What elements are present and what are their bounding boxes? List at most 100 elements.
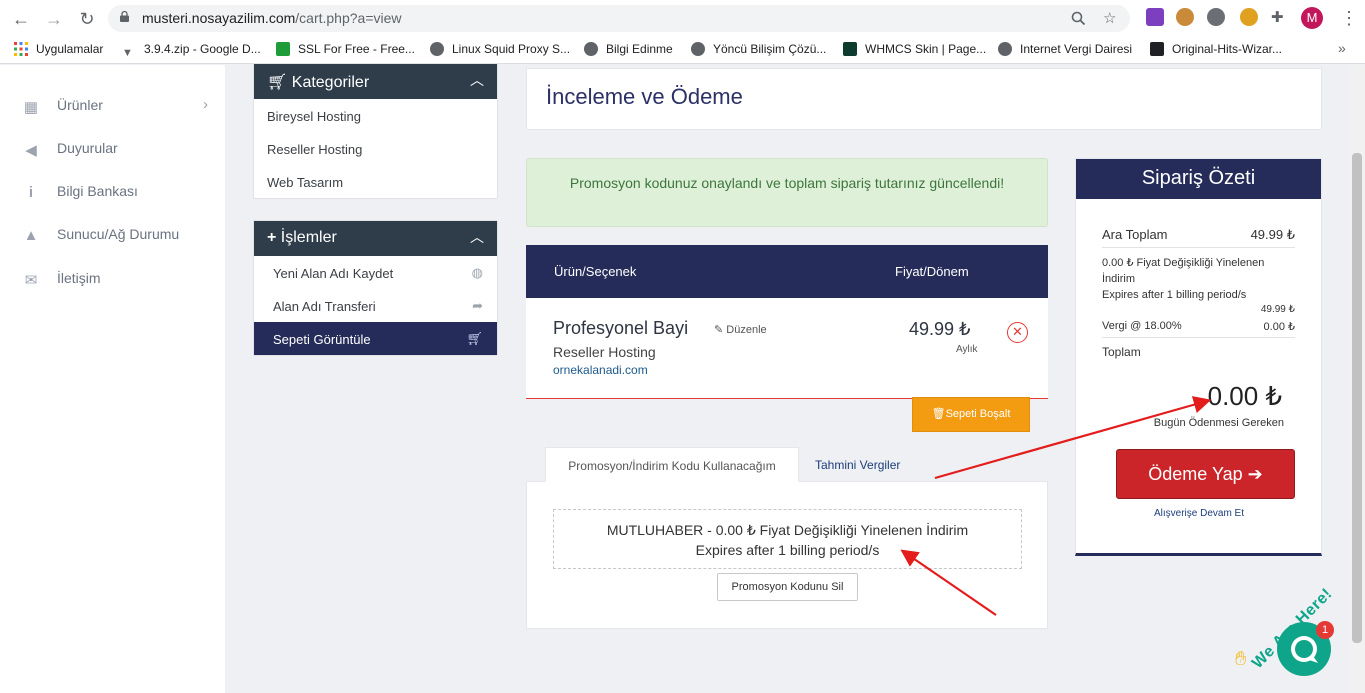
url-path: /cart.php?a=view: [295, 10, 402, 26]
bookmark-ssl[interactable]: SSL For Free - Free...: [276, 42, 415, 56]
actions-panel-header[interactable]: + İşlemler ︿: [254, 221, 497, 256]
page-title: İnceleme ve Ödeme: [546, 84, 743, 109]
edit-product-link[interactable]: ✎ Düzenle: [714, 323, 767, 336]
category-link-web-tasarim[interactable]: Web Tasarım: [254, 165, 497, 198]
checkout-button[interactable]: Ödeme Yap ➔: [1116, 449, 1295, 499]
bookmark-squid[interactable]: Linux Squid Proxy S...: [430, 42, 570, 56]
categories-panel: 🛒︎ Kategoriler ︿ Bireysel Hosting Resell…: [253, 63, 498, 199]
product-group: Reseller Hosting: [553, 344, 656, 360]
sidebar-item-contact[interactable]: ✉ İletişim: [22, 268, 212, 290]
bookmark-original[interactable]: Original-Hits-Wizar...: [1150, 42, 1282, 56]
bookmark-vergi[interactable]: Internet Vergi Dairesi: [998, 42, 1132, 56]
url-text: musteri.nosayazilim.com/cart.php?a=view: [142, 10, 402, 26]
chevron-right-icon: ›: [203, 96, 208, 113]
puzzle-icon[interactable]: ✚: [1271, 8, 1289, 26]
category-label: Bireysel Hosting: [267, 109, 361, 124]
action-link-transfer-domain[interactable]: Alan Adı Transferi ➦: [254, 289, 497, 322]
globe-icon: [584, 42, 598, 56]
tax-row: Vergi @ 18.00% 0.00 ₺: [1102, 320, 1295, 333]
bookmark-whmcs[interactable]: WHMCS Skin | Page...: [843, 42, 986, 56]
panel-title: + İşlemler: [267, 229, 337, 247]
total-row: Toplam: [1102, 345, 1295, 359]
cart-table: Ürün/Seçenek Fiyat/Dönem Profesyonel Bay…: [526, 245, 1048, 399]
empty-cart-button[interactable]: 🗑︎Sepeti Boşalt: [912, 397, 1030, 432]
profile-avatar[interactable]: M: [1301, 7, 1323, 29]
remove-promo-button[interactable]: Promosyon Kodunu Sil: [717, 573, 858, 601]
order-summary: Sipariş Özeti Ara Toplam 49.99 ₺ 0.00 ₺ …: [1075, 158, 1322, 556]
address-bar[interactable]: musteri.nosayazilim.com/cart.php?a=view …: [108, 5, 1130, 32]
star-icon[interactable]: ☆: [1103, 9, 1116, 27]
discount-value: 49.99 ₺: [1260, 304, 1295, 315]
tab-estimated-taxes[interactable]: Tahmini Vergiler: [815, 447, 900, 482]
bookmark-drive[interactable]: ▼ 3.9.4.zip - Google D...: [122, 42, 261, 61]
cookie-icon[interactable]: [1176, 8, 1194, 26]
forward-arrow-icon[interactable]: →: [43, 8, 65, 30]
arrow-right-icon: ➔: [1247, 464, 1263, 484]
live-chat-widget[interactable]: We Are Here! ✋︎ 1: [1235, 585, 1345, 693]
page-header: İnceleme ve Ödeme: [526, 68, 1322, 130]
bookmark-bilgi[interactable]: Bilgi Edinme: [584, 42, 673, 56]
column-header-product: Ürün/Seçenek: [554, 264, 637, 279]
category-link-bireysel[interactable]: Bireysel Hosting: [254, 99, 497, 132]
bookmark-label: Uygulamalar: [36, 42, 104, 56]
globe-icon: [998, 42, 1012, 56]
action-link-view-cart[interactable]: Sepeti Görüntüle 🛒︎: [254, 322, 497, 355]
categories-panel-header[interactable]: 🛒︎ Kategoriler ︿: [254, 64, 497, 99]
plus-icon: +: [267, 229, 277, 246]
due-today-label: Bugün Ödenmesi Gereken: [1153, 417, 1284, 429]
share-arrow-icon: ➦: [472, 298, 483, 313]
sidebar-item-knowledgebase[interactable]: i Bilgi Bankası: [22, 181, 212, 203]
category-link-reseller[interactable]: Reseller Hosting: [254, 132, 497, 165]
tab-promo-code[interactable]: Promosyon/İndirim Kodu Kullanacağım: [545, 447, 799, 482]
bookmark-apps[interactable]: Uygulamalar: [14, 42, 103, 56]
sidebar-item-products[interactable]: ▦ Ürünler ›: [22, 95, 212, 117]
warning-icon: ▲: [23, 227, 39, 244]
sidebar-item-network-status[interactable]: ▲ Sunucu/Ağ Durumu: [22, 224, 212, 246]
discount-row: 0.00 ₺ Fiyat Değişikliği Yinelenen İndir…: [1102, 255, 1295, 303]
drive-icon: ▼: [122, 47, 133, 59]
page-scrollbar[interactable]: [1349, 65, 1365, 693]
action-label: Yeni Alan Adı Kaydet: [273, 266, 394, 281]
chat-notification-badge: 1: [1316, 621, 1334, 639]
sidebar-item-announcements[interactable]: ◀ Duyurular: [22, 138, 212, 160]
category-label: Reseller Hosting: [267, 142, 363, 157]
bookmark-label: Linux Squid Proxy S...: [452, 42, 571, 56]
product-name: Profesyonel Bayi: [553, 318, 689, 338]
trash-icon: 🗑︎: [931, 408, 946, 420]
discount-description: 0.00 ₺ Fiyat Değişikliği Yinelenen İndir…: [1102, 257, 1265, 285]
bookmark-yoncu[interactable]: Yöncü Bilişim Çözü...: [691, 42, 826, 56]
column-header-price: Fiyat/Dönem: [895, 264, 969, 279]
remove-item-button[interactable]: ✕: [1007, 322, 1028, 343]
promo-expiry: Expires after 1 billing period/s: [695, 542, 880, 558]
circle-extension-icon[interactable]: [1207, 8, 1225, 26]
subtotal-label: Ara Toplam: [1102, 227, 1168, 242]
extension-tool-icon[interactable]: [1146, 8, 1164, 26]
action-link-register-domain[interactable]: Yeni Alan Adı Kaydet ◍: [254, 256, 497, 289]
billing-cycle: Aylık: [956, 344, 978, 355]
panel-title: 🛒︎ Kategoriler: [267, 72, 369, 92]
txt-extension-icon[interactable]: [1240, 8, 1258, 26]
panel-title-text: Kategoriler: [291, 74, 370, 91]
continue-shopping-link[interactable]: Alışverişe Devam Et: [1076, 508, 1322, 519]
promo-success-alert: Promosyon kodunuz onaylandı ve toplam si…: [526, 158, 1048, 227]
megaphone-icon: ◀: [25, 142, 37, 159]
menu-dots-icon[interactable]: ⋮: [1340, 8, 1358, 29]
zoom-icon[interactable]: [1071, 11, 1086, 26]
info-icon: i: [28, 184, 34, 201]
chevron-up-icon[interactable]: ︿: [470, 227, 484, 247]
discount-expiry: Expires after 1 billing period/s: [1102, 289, 1247, 301]
cart-icon: 🛒︎: [267, 74, 288, 91]
browser-toolbar: ← → ↻ musteri.nosayazilim.com/cart.php?a…: [0, 0, 1365, 36]
sidebar-item-label: Bilgi Bankası: [57, 183, 138, 199]
reload-icon[interactable]: ↻: [76, 8, 98, 30]
waving-hand-icon: ✋︎: [1235, 648, 1247, 670]
bookmarks-more-icon[interactable]: »: [1338, 40, 1346, 56]
bookmark-label: SSL For Free - Free...: [298, 42, 415, 56]
sidebar-item-label: İletişim: [57, 270, 101, 286]
back-arrow-icon[interactable]: ←: [10, 8, 32, 30]
chevron-up-icon[interactable]: ︿: [470, 70, 484, 90]
globe-icon: ◍: [471, 265, 483, 280]
scrollbar-thumb[interactable]: [1352, 153, 1362, 643]
sidebar-item-label: Duyurular: [57, 140, 118, 156]
cart-icon: 🛒︎: [466, 331, 483, 346]
